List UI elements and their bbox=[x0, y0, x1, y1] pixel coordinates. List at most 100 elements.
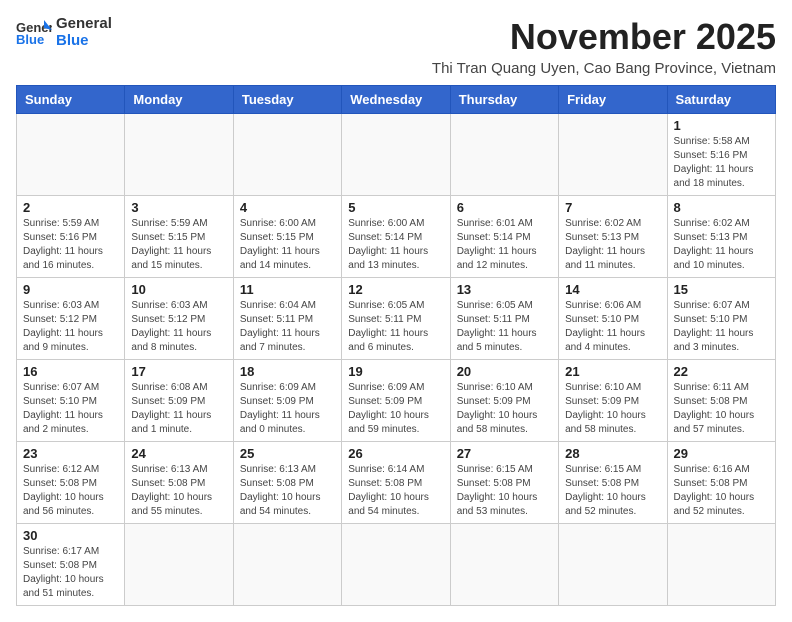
day-info: Sunrise: 6:07 AM Sunset: 5:10 PM Dayligh… bbox=[23, 381, 118, 437]
day-info: Sunrise: 6:03 AM Sunset: 5:12 PM Dayligh… bbox=[23, 299, 118, 355]
calendar-cell: 13 Sunrise: 6:05 AM Sunset: 5:11 PM Dayli… bbox=[450, 278, 558, 360]
day-info: Sunrise: 6:00 AM Sunset: 5:15 PM Dayligh… bbox=[240, 217, 335, 273]
calendar-cell: 2 Sunrise: 5:59 AM Sunset: 5:16 PM Daylig… bbox=[17, 196, 125, 278]
day-info: Sunrise: 6:11 AM Sunset: 5:08 PM Dayligh… bbox=[674, 381, 769, 437]
day-header-thursday: Thursday bbox=[450, 86, 558, 114]
day-number: 12 bbox=[348, 282, 443, 297]
day-number: 18 bbox=[240, 364, 335, 379]
calendar-week-4: 16 Sunrise: 6:07 AM Sunset: 5:10 PM Dayli… bbox=[17, 360, 776, 442]
day-info: Sunrise: 6:01 AM Sunset: 5:14 PM Dayligh… bbox=[457, 217, 552, 273]
calendar-cell: 11Sunrise: 6:04 AM Sunset: 5:11 PM Dayli… bbox=[233, 278, 341, 360]
calendar-cell: 6Sunrise: 6:01 AM Sunset: 5:14 PM Daylig… bbox=[450, 196, 558, 278]
calendar-cell bbox=[342, 114, 450, 196]
day-number: 21 bbox=[565, 364, 660, 379]
day-info: Sunrise: 6:05 AM Sunset: 5:11 PM Dayligh… bbox=[457, 299, 552, 355]
calendar-cell: 9Sunrise: 6:03 AM Sunset: 5:12 PM Daylig… bbox=[17, 278, 125, 360]
day-info: Sunrise: 6:10 AM Sunset: 5:09 PM Dayligh… bbox=[565, 381, 660, 437]
day-number: 22 bbox=[674, 364, 769, 379]
day-header-sunday: Sunday bbox=[17, 86, 125, 114]
logo-icon: General Blue bbox=[16, 18, 52, 48]
page-header: General Blue General Blue November 2025 … bbox=[16, 16, 776, 77]
day-number: 7 bbox=[565, 200, 660, 215]
calendar-cell bbox=[233, 114, 341, 196]
calendar-cell: 21 Sunrise: 6:10 AM Sunset: 5:09 PM Dayli… bbox=[559, 360, 667, 442]
day-info: Sunrise: 6:15 AM Sunset: 5:08 PM Dayligh… bbox=[457, 463, 552, 519]
day-number: 26 bbox=[348, 446, 443, 461]
day-number: 11 bbox=[240, 282, 335, 297]
day-number: 17 bbox=[131, 364, 226, 379]
day-info: Sunrise: 6:07 AM Sunset: 5:10 PM Dayligh… bbox=[674, 299, 769, 355]
calendar-cell: 14 Sunrise: 6:06 AM Sunset: 5:10 PM Dayli… bbox=[559, 278, 667, 360]
calendar-cell: 18 Sunrise: 6:09 AM Sunset: 5:09 PM Dayli… bbox=[233, 360, 341, 442]
day-number: 8 bbox=[674, 200, 769, 215]
day-info: Sunrise: 6:16 AM Sunset: 5:08 PM Dayligh… bbox=[674, 463, 769, 519]
calendar-cell: 15Sunrise: 6:07 AM Sunset: 5:10 PM Dayli… bbox=[667, 278, 775, 360]
day-info: Sunrise: 6:13 AM Sunset: 5:08 PM Dayligh… bbox=[131, 463, 226, 519]
day-info: Sunrise: 6:00 AM Sunset: 5:14 PM Dayligh… bbox=[348, 217, 443, 273]
calendar-cell: 5Sunrise: 6:00 AM Sunset: 5:14 PM Daylig… bbox=[342, 196, 450, 278]
calendar-cell bbox=[125, 524, 233, 606]
day-header-monday: Monday bbox=[125, 86, 233, 114]
calendar-cell bbox=[559, 524, 667, 606]
day-info: Sunrise: 6:08 AM Sunset: 5:09 PM Dayligh… bbox=[131, 381, 226, 437]
day-info: Sunrise: 5:59 AM Sunset: 5:15 PM Dayligh… bbox=[131, 217, 226, 273]
calendar-cell bbox=[125, 114, 233, 196]
day-number: 10 bbox=[131, 282, 226, 297]
calendar-cell: 8Sunrise: 6:02 AM Sunset: 5:13 PM Daylig… bbox=[667, 196, 775, 278]
day-number: 4 bbox=[240, 200, 335, 215]
day-info: Sunrise: 6:09 AM Sunset: 5:09 PM Dayligh… bbox=[348, 381, 443, 437]
calendar-cell: 29Sunrise: 6:16 AM Sunset: 5:08 PM Dayli… bbox=[667, 442, 775, 524]
day-info: Sunrise: 6:14 AM Sunset: 5:08 PM Dayligh… bbox=[348, 463, 443, 519]
calendar-cell: 30 Sunrise: 6:17 AM Sunset: 5:08 PM Dayli… bbox=[17, 524, 125, 606]
day-info: Sunrise: 6:03 AM Sunset: 5:12 PM Dayligh… bbox=[131, 299, 226, 355]
calendar-cell bbox=[17, 114, 125, 196]
day-number: 25 bbox=[240, 446, 335, 461]
day-info: Sunrise: 6:09 AM Sunset: 5:09 PM Dayligh… bbox=[240, 381, 335, 437]
day-info: Sunrise: 6:06 AM Sunset: 5:10 PM Dayligh… bbox=[565, 299, 660, 355]
day-info: Sunrise: 6:05 AM Sunset: 5:11 PM Dayligh… bbox=[348, 299, 443, 355]
day-number: 30 bbox=[23, 528, 118, 543]
day-info: Sunrise: 6:10 AM Sunset: 5:09 PM Dayligh… bbox=[457, 381, 552, 437]
day-info: Sunrise: 6:17 AM Sunset: 5:08 PM Dayligh… bbox=[23, 545, 118, 601]
calendar-cell: 20 Sunrise: 6:10 AM Sunset: 5:09 PM Dayli… bbox=[450, 360, 558, 442]
calendar-header-row: SundayMondayTuesdayWednesdayThursdayFrid… bbox=[17, 86, 776, 114]
calendar-cell bbox=[233, 524, 341, 606]
logo: General Blue General Blue bbox=[16, 16, 112, 49]
calendar-table: SundayMondayTuesdayWednesdayThursdayFrid… bbox=[16, 85, 776, 606]
calendar-cell bbox=[450, 114, 558, 196]
day-header-friday: Friday bbox=[559, 86, 667, 114]
svg-text:Blue: Blue bbox=[16, 32, 44, 47]
day-info: Sunrise: 5:59 AM Sunset: 5:16 PM Dayligh… bbox=[23, 217, 118, 273]
calendar-cell: 25 Sunrise: 6:13 AM Sunset: 5:08 PM Dayli… bbox=[233, 442, 341, 524]
calendar-cell: 24 Sunrise: 6:13 AM Sunset: 5:08 PM Dayli… bbox=[125, 442, 233, 524]
day-info: Sunrise: 6:13 AM Sunset: 5:08 PM Dayligh… bbox=[240, 463, 335, 519]
calendar-cell bbox=[342, 524, 450, 606]
day-number: 16 bbox=[23, 364, 118, 379]
day-number: 28 bbox=[565, 446, 660, 461]
day-number: 24 bbox=[131, 446, 226, 461]
day-number: 13 bbox=[457, 282, 552, 297]
calendar-cell: 19 Sunrise: 6:09 AM Sunset: 5:09 PM Dayli… bbox=[342, 360, 450, 442]
calendar-week-3: 9Sunrise: 6:03 AM Sunset: 5:12 PM Daylig… bbox=[17, 278, 776, 360]
logo-general-text: General bbox=[56, 16, 112, 33]
day-number: 2 bbox=[23, 200, 118, 215]
day-number: 14 bbox=[565, 282, 660, 297]
day-info: Sunrise: 6:02 AM Sunset: 5:13 PM Dayligh… bbox=[565, 217, 660, 273]
day-header-wednesday: Wednesday bbox=[342, 86, 450, 114]
calendar-cell: 22 Sunrise: 6:11 AM Sunset: 5:08 PM Dayli… bbox=[667, 360, 775, 442]
day-info: Sunrise: 6:15 AM Sunset: 5:08 PM Dayligh… bbox=[565, 463, 660, 519]
calendar-cell: 23Sunrise: 6:12 AM Sunset: 5:08 PM Dayli… bbox=[17, 442, 125, 524]
logo-blue-text: Blue bbox=[56, 33, 112, 50]
calendar-cell: 16 Sunrise: 6:07 AM Sunset: 5:10 PM Dayli… bbox=[17, 360, 125, 442]
calendar-cell bbox=[559, 114, 667, 196]
calendar-week-5: 23Sunrise: 6:12 AM Sunset: 5:08 PM Dayli… bbox=[17, 442, 776, 524]
calendar-cell bbox=[667, 524, 775, 606]
day-number: 27 bbox=[457, 446, 552, 461]
location-subtitle: Thi Tran Quang Uyen, Cao Bang Province, … bbox=[432, 60, 776, 77]
day-number: 20 bbox=[457, 364, 552, 379]
calendar-cell: 12 Sunrise: 6:05 AM Sunset: 5:11 PM Dayli… bbox=[342, 278, 450, 360]
day-info: Sunrise: 5:58 AM Sunset: 5:16 PM Dayligh… bbox=[674, 135, 769, 191]
day-number: 19 bbox=[348, 364, 443, 379]
day-header-tuesday: Tuesday bbox=[233, 86, 341, 114]
calendar-cell: 27 Sunrise: 6:15 AM Sunset: 5:08 PM Dayli… bbox=[450, 442, 558, 524]
